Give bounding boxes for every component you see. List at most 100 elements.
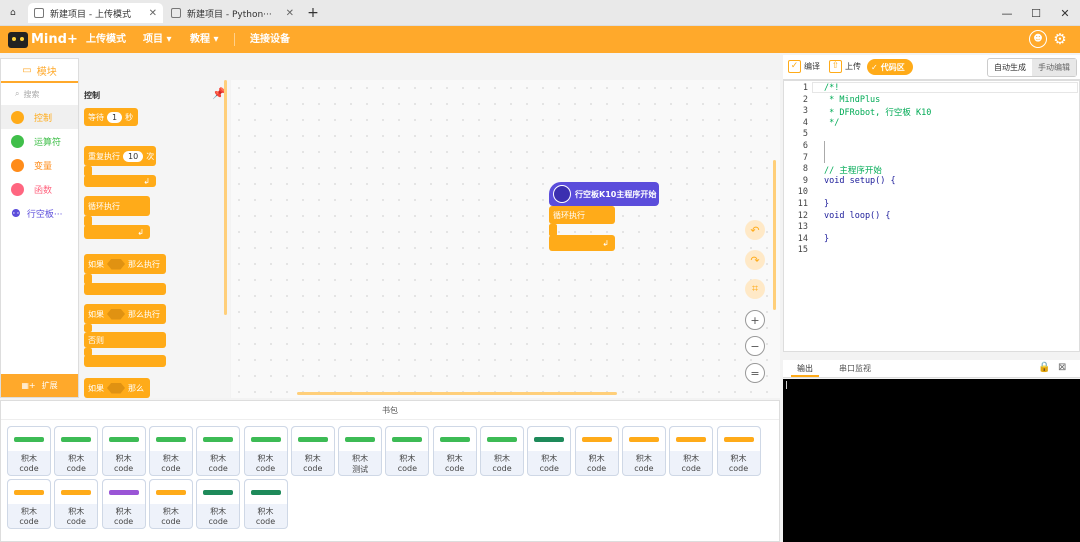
lock-icon[interactable]: 🔒 xyxy=(1038,362,1050,373)
close-tab-icon[interactable]: ✕ xyxy=(286,8,294,19)
backpack-item-sublabel: code xyxy=(66,464,86,473)
output-console[interactable] xyxy=(783,379,1080,542)
line-number: 7 xyxy=(802,152,808,163)
menu-upload-mode[interactable]: 上传模式 xyxy=(86,26,126,53)
zoom-in-icon[interactable]: + xyxy=(745,310,765,330)
backpack-item[interactable]: 积木 code xyxy=(669,426,714,476)
block-preview xyxy=(8,480,50,504)
maximize-button[interactable]: ☐ xyxy=(1021,0,1051,26)
extension-button[interactable]: ▦+ 扩展 xyxy=(1,374,78,397)
line-number: 3 xyxy=(802,106,808,117)
block-preview xyxy=(8,427,50,451)
backpack-item[interactable]: 积木 code xyxy=(54,479,99,529)
category-functions[interactable]: 函数 xyxy=(1,177,78,201)
tab-project-upload[interactable]: 新建项目 - 上传模式 ✕ xyxy=(28,3,163,23)
category-operators[interactable]: 运算符 xyxy=(1,129,78,153)
palette-scrollbar[interactable] xyxy=(224,80,227,315)
script-workspace[interactable]: 行空板K10主程序开始 循环执行 ↲ ↶ ↷ ⌗ + − = xyxy=(231,80,780,398)
indent-guide xyxy=(824,141,825,163)
cleanup-icon[interactable]: ⌗ xyxy=(745,279,765,299)
tab-output[interactable]: 输出 xyxy=(791,360,819,377)
redo-icon[interactable]: ↷ xyxy=(745,250,765,270)
backpack-item[interactable]: 积木 code xyxy=(290,426,335,476)
backpack-item[interactable]: 积木 code xyxy=(527,426,572,476)
zoom-out-icon[interactable]: − xyxy=(745,336,765,356)
auto-generate-button[interactable]: 自动生成 xyxy=(988,59,1032,76)
k10-board-icon xyxy=(553,185,571,203)
backpack-item[interactable]: 积木 测试 xyxy=(338,426,383,476)
backpack-item[interactable]: 积木 code xyxy=(574,426,619,476)
tab-serial-monitor[interactable]: 串口监视 xyxy=(833,360,877,377)
home-tab[interactable]: ⌂ xyxy=(4,3,26,23)
block-preview xyxy=(528,427,571,451)
menu-project[interactable]: 项目 ▾ xyxy=(143,26,172,53)
block-preview xyxy=(433,427,476,451)
backpack-item[interactable]: 积木 code xyxy=(621,426,666,476)
backpack-item-label: 积木 xyxy=(115,507,132,516)
line-number: 5 xyxy=(802,129,808,140)
backpack-item-sublabel: code xyxy=(586,464,607,473)
workspace-hscrollbar[interactable] xyxy=(297,392,617,395)
forever-loop-end: ↲ xyxy=(549,235,615,251)
workspace-vscrollbar[interactable] xyxy=(773,160,776,310)
k10-main-hat-block[interactable]: 行空板K10主程序开始 xyxy=(549,182,659,206)
backpack-item-sublabel: code xyxy=(303,464,323,473)
line-number: 1 xyxy=(802,83,808,93)
app-logo: Mind+ xyxy=(8,30,78,49)
extension-icon: ▦+ xyxy=(21,381,36,390)
backpack-item[interactable]: 积木 code xyxy=(196,479,241,529)
if-block[interactable]: 如果 那么 xyxy=(84,378,150,398)
category-k10-board[interactable]: ⚉ 行空板··· xyxy=(1,201,78,225)
backpack-item[interactable]: 积木 code xyxy=(480,426,524,476)
wait-block[interactable]: 等待 1 秒 xyxy=(84,108,138,126)
modules-tab[interactable]: ▭ 模块 xyxy=(1,59,78,83)
menu-tutorial[interactable]: 教程 ▾ xyxy=(190,26,219,53)
menu-connect-device[interactable]: 连接设备 xyxy=(250,26,290,53)
block-preview xyxy=(481,427,523,451)
repeat-block[interactable]: 重复执行 10 次 xyxy=(84,146,156,166)
manual-edit-button[interactable]: 手动编辑 xyxy=(1032,59,1076,76)
home-icon: ⌂ xyxy=(10,8,16,18)
backpack-item-label: 积木 xyxy=(210,507,227,516)
close-tab-icon[interactable]: ✕ xyxy=(149,8,157,19)
clear-output-icon[interactable]: ⊠ xyxy=(1058,362,1066,373)
minimize-button[interactable]: — xyxy=(992,0,1022,26)
forever-loop-block[interactable]: 循环执行 xyxy=(549,206,615,224)
backpack-item-sublabel: code xyxy=(161,464,181,473)
robot-icon[interactable]: ☻ xyxy=(1029,30,1047,48)
gear-icon[interactable]: ⚙ xyxy=(1051,30,1069,48)
backpack-item[interactable]: 积木 code xyxy=(7,426,51,476)
backpack-item[interactable]: 积木 code xyxy=(243,426,288,476)
repeat-block-end: ↲ xyxy=(84,175,156,187)
category-search[interactable]: ⌕ 搜索 xyxy=(1,83,78,105)
backpack-item[interactable]: 积木 code xyxy=(243,479,288,529)
code-area-button[interactable]: ✓ 代码区 xyxy=(867,59,913,75)
backpack-item-sublabel: code xyxy=(634,464,654,473)
backpack-item[interactable]: 积木 code xyxy=(7,479,51,529)
if-then-block[interactable]: 如果 那么执行 xyxy=(84,254,166,274)
backpack-item[interactable]: 积木 code xyxy=(148,479,193,529)
backpack-item[interactable]: 积木 code xyxy=(385,426,430,476)
tab-project-python[interactable]: 新建项目 - Python··· ✕ xyxy=(165,3,300,23)
undo-icon[interactable]: ↶ xyxy=(745,220,765,240)
if-else-block[interactable]: 如果 那么执行 xyxy=(84,304,166,324)
code-editor[interactable]: 1/*! 2 * MindPlus 3 * DFRobot, 行空板 K10 4 */… xyxy=(783,80,1080,352)
backpack-item[interactable]: 积木 code xyxy=(101,479,146,529)
new-tab-button[interactable]: + xyxy=(298,0,328,26)
backpack-item[interactable]: 积木 code xyxy=(716,426,761,476)
backpack-item[interactable]: 积木 code xyxy=(432,426,477,476)
close-window-button[interactable]: ✕ xyxy=(1050,0,1080,26)
backpack-item-label: 积木 xyxy=(446,454,463,463)
line-number: 2 xyxy=(802,94,808,105)
backpack-item[interactable]: 积木 code xyxy=(148,426,193,476)
upload-button[interactable]: ⇧ 上传 xyxy=(829,60,861,73)
category-variables[interactable]: 变量 xyxy=(1,153,78,177)
zoom-reset-icon[interactable]: = xyxy=(745,363,765,383)
backpack-item[interactable]: 积木 code xyxy=(196,426,241,476)
backpack-item[interactable]: 积木 code xyxy=(101,426,146,476)
forever-block[interactable]: 循环执行 xyxy=(84,196,150,216)
check-circle-icon: ✓ xyxy=(871,62,878,72)
category-control[interactable]: 控制 xyxy=(1,105,78,129)
compile-button[interactable]: ✓ 编译 xyxy=(788,60,820,73)
backpack-item[interactable]: 积木 code xyxy=(54,426,99,476)
